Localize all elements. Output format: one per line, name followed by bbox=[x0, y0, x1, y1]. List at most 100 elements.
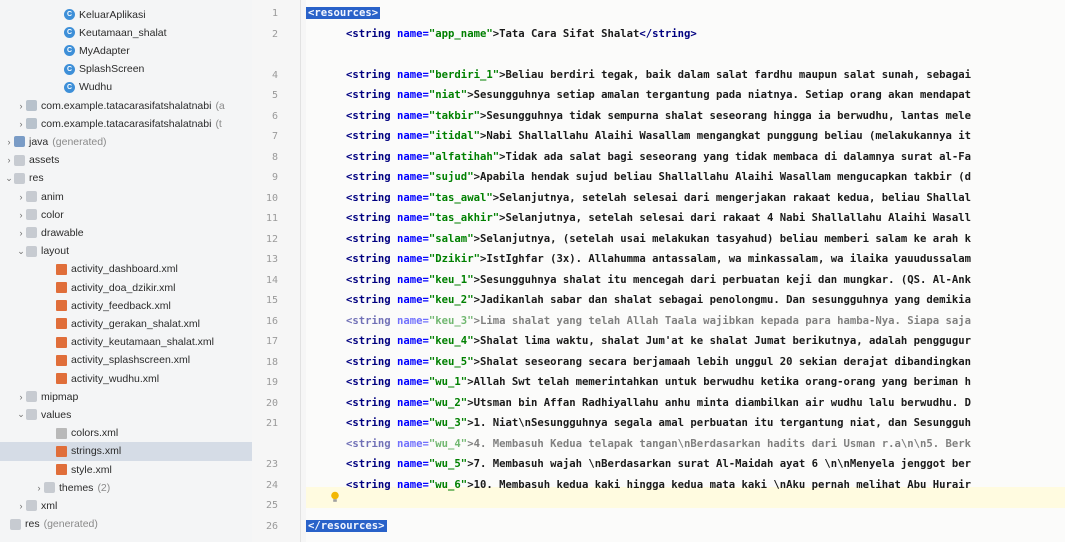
tree-item[interactable]: › com.example.tatacarasifatshalatnabi (t bbox=[0, 114, 252, 133]
tree-item[interactable]: activity_doa_dzikir.xml bbox=[0, 278, 252, 297]
tree-item-label: anim bbox=[41, 190, 64, 203]
project-tree: C KeluarAplikasi C Keutamaan_shalat C MyAdapt… bbox=[0, 0, 253, 542]
tree-item-label: activity_wudhu.xml bbox=[71, 372, 160, 385]
class-icon: C bbox=[64, 45, 75, 57]
line-number: 11 bbox=[265, 213, 278, 224]
attr-name: name= bbox=[397, 27, 429, 40]
tree-item[interactable]: activity_keutamaan_shalat.xml bbox=[0, 333, 252, 352]
tree-item-label: java bbox=[29, 135, 49, 148]
tree-item[interactable]: activity_dashboard.xml bbox=[0, 260, 252, 279]
chevron-icon[interactable]: › bbox=[16, 192, 26, 202]
tree-item[interactable]: › com.example.tatacarasifatshalatnabi (a bbox=[0, 96, 252, 115]
tree-item[interactable]: ⌄ res bbox=[0, 169, 252, 188]
tree-item[interactable]: style.xml bbox=[0, 460, 252, 479]
tree-item[interactable]: activity_gerakan_shalat.xml bbox=[0, 314, 252, 333]
tag-open: <string bbox=[346, 150, 398, 163]
tree-item[interactable]: C Wudhu bbox=[0, 78, 252, 97]
line-number: 18 bbox=[265, 356, 278, 368]
tag-open: <string bbox=[346, 253, 398, 265]
attr-value: "Dzikir" bbox=[428, 253, 480, 265]
attr-name: name= bbox=[397, 232, 429, 245]
tree-item[interactable]: › java (generated) bbox=[0, 132, 252, 151]
line-number: 9 bbox=[271, 172, 278, 183]
folder-icon bbox=[26, 391, 37, 403]
attr-name: name= bbox=[397, 253, 429, 265]
xml-file-icon bbox=[56, 282, 67, 293]
tree-item[interactable]: › assets bbox=[0, 151, 252, 170]
line-number: 8 bbox=[271, 151, 278, 163]
tree-item[interactable]: colors.xml bbox=[0, 424, 252, 443]
tree-item[interactable]: › drawable bbox=[0, 223, 252, 242]
tree-item[interactable]: › mipmap bbox=[0, 387, 252, 406]
chevron-icon[interactable]: › bbox=[34, 483, 44, 493]
tree-item[interactable]: strings.xml bbox=[0, 441, 252, 461]
tree-item[interactable]: activity_wudhu.xml bbox=[0, 369, 252, 388]
xml-file-icon bbox=[56, 373, 67, 384]
tree-item-label: values bbox=[41, 408, 72, 421]
code-line: <string name="sujud">Apabila hendak suju… bbox=[306, 171, 971, 183]
tree-item[interactable]: C MyAdapter bbox=[0, 41, 252, 60]
tree-item[interactable]: › themes (2) bbox=[0, 478, 252, 497]
tree-item[interactable]: C SplashScreen bbox=[0, 60, 252, 79]
string-text: >Utsman bin Affan Radhiyallahu anhu mint… bbox=[467, 396, 972, 409]
tag-open: <string bbox=[346, 478, 398, 491]
tree-item-label: themes bbox=[59, 481, 94, 494]
chevron-icon[interactable]: › bbox=[4, 137, 14, 147]
code-editor[interactable]: <resources> <string name="app_name">Tata … bbox=[306, 0, 1065, 542]
tree-item-suffix: (t bbox=[215, 117, 222, 130]
tree-item[interactable]: activity_feedback.xml bbox=[0, 296, 252, 315]
attr-value: "takbir" bbox=[428, 109, 480, 122]
code-line: <string name="niat">Sesungguhnya setiap … bbox=[306, 89, 971, 101]
tree-item-label: KeluarAplikasi bbox=[79, 8, 146, 21]
attr-value: "salam" bbox=[428, 232, 474, 245]
tree-item-label: drawable bbox=[41, 226, 84, 239]
tree-item[interactable]: › xml bbox=[0, 496, 252, 515]
tree-item-suffix: (generated) bbox=[52, 135, 107, 148]
string-text: >Tata Cara Sifat Shalat bbox=[492, 27, 640, 40]
line-number: 19 bbox=[265, 377, 278, 388]
chevron-icon[interactable]: › bbox=[16, 228, 26, 238]
tree-item[interactable]: › anim bbox=[0, 187, 252, 206]
chevron-icon[interactable]: › bbox=[16, 501, 26, 511]
tree-item[interactable]: C KeluarAplikasi bbox=[0, 5, 252, 24]
folder-icon bbox=[14, 154, 25, 166]
code-line: <resources> bbox=[306, 7, 381, 19]
tree-item[interactable]: › color bbox=[0, 205, 252, 224]
tag-open: <string bbox=[346, 191, 398, 204]
tree-item[interactable]: C Keutamaan_shalat bbox=[0, 23, 252, 42]
line-number-gutter: 1 2 4 5 6 7 8 9 10 11 12 13 14 15 16 17 18 19 20 21 23 24 25 26 bbox=[252, 0, 306, 542]
chevron-icon[interactable]: ⌄ bbox=[4, 173, 14, 184]
tree-item-label: activity_feedback.xml bbox=[71, 299, 171, 312]
tree-item[interactable]: activity_splashscreen.xml bbox=[0, 351, 252, 370]
chevron-icon[interactable]: › bbox=[16, 392, 26, 402]
tree-item-label: SplashScreen bbox=[79, 63, 145, 76]
folder-icon bbox=[26, 500, 37, 512]
code-line: <string name="keu_4">Shalat lima waktu, … bbox=[306, 335, 971, 347]
xml-file-icon bbox=[56, 354, 67, 366]
attr-name: name= bbox=[397, 150, 429, 163]
folder-icon bbox=[14, 136, 25, 148]
attr-value: "wu_5" bbox=[428, 458, 468, 470]
chevron-icon[interactable]: ⌄ bbox=[16, 409, 26, 420]
chevron-icon[interactable]: › bbox=[16, 210, 26, 220]
tree-item-suffix: (2) bbox=[97, 481, 111, 494]
line-number: 1 bbox=[271, 8, 278, 19]
attr-value: "tas_akhir" bbox=[428, 212, 500, 224]
chevron-icon[interactable]: › bbox=[16, 101, 26, 111]
line-number: 6 bbox=[271, 110, 278, 122]
tree-item-label: res bbox=[25, 518, 40, 531]
chevron-icon[interactable]: ⌄ bbox=[16, 246, 26, 257]
tag-open: <string bbox=[346, 68, 398, 81]
line-number: 26 bbox=[265, 520, 278, 532]
tag-open: <string bbox=[346, 109, 398, 122]
line-number: 15 bbox=[265, 295, 278, 306]
tree-item[interactable]: ⌄ layout bbox=[0, 242, 252, 261]
tree-item[interactable]: ⌄ values bbox=[0, 405, 252, 424]
attr-value: "niat" bbox=[428, 89, 468, 101]
line-number: 14 bbox=[265, 274, 278, 286]
chevron-icon[interactable]: › bbox=[16, 119, 26, 129]
tree-item[interactable]: res (generated) bbox=[0, 515, 252, 534]
tree-item-label: Wudhu bbox=[79, 81, 113, 94]
chevron-icon[interactable]: › bbox=[4, 155, 14, 165]
gutter-divider bbox=[300, 0, 301, 542]
